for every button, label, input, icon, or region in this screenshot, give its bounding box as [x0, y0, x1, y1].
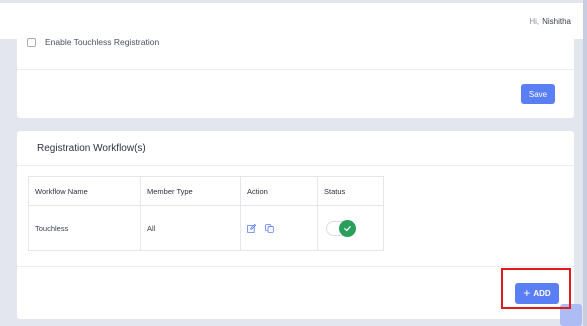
greeting-text: Hi, [529, 17, 540, 26]
status-toggle[interactable] [326, 219, 356, 237]
member-type-cell: All [140, 205, 241, 251]
right-edge-panel [583, 0, 587, 326]
workflow-name-cell: Touchless [28, 205, 141, 251]
user-greeting[interactable]: Hi, Nishitha [529, 17, 571, 26]
column-header-status: Status [317, 176, 384, 206]
action-cell [240, 205, 318, 251]
table-row: Touchless All [28, 205, 384, 251]
table-header-row: Workflow Name Member Type Action Status [28, 176, 384, 206]
divider [17, 165, 574, 166]
check-icon [344, 225, 351, 231]
status-cell [317, 205, 384, 251]
settings-card: Enable Touchless Registration Save [17, 30, 574, 118]
plus-icon: + [523, 286, 531, 300]
workflow-table: Workflow Name Member Type Action Status … [28, 176, 384, 251]
column-header-action: Action [240, 176, 318, 206]
divider [17, 69, 574, 70]
column-header-workflow-name: Workflow Name [28, 176, 141, 206]
user-name: Nishitha [542, 17, 571, 26]
touchless-checkbox[interactable] [27, 37, 36, 47]
toggle-knob [339, 219, 356, 237]
touchless-option[interactable]: Enable Touchless Registration [27, 37, 159, 47]
divider [17, 266, 574, 267]
add-button-label: ADD [533, 289, 551, 298]
column-header-member-type: Member Type [140, 176, 241, 206]
workflow-card: Registration Workflow(s) Workflow Name M… [17, 131, 574, 319]
copy-icon[interactable] [265, 223, 274, 233]
save-button[interactable]: Save [521, 84, 555, 104]
touchless-checkbox-label: Enable Touchless Registration [45, 37, 160, 47]
add-workflow-button[interactable]: + ADD [515, 283, 559, 304]
scroll-to-top-button[interactable] [560, 304, 582, 326]
edit-icon[interactable] [247, 223, 257, 233]
workflow-section-title: Registration Workflow(s) [37, 143, 146, 154]
